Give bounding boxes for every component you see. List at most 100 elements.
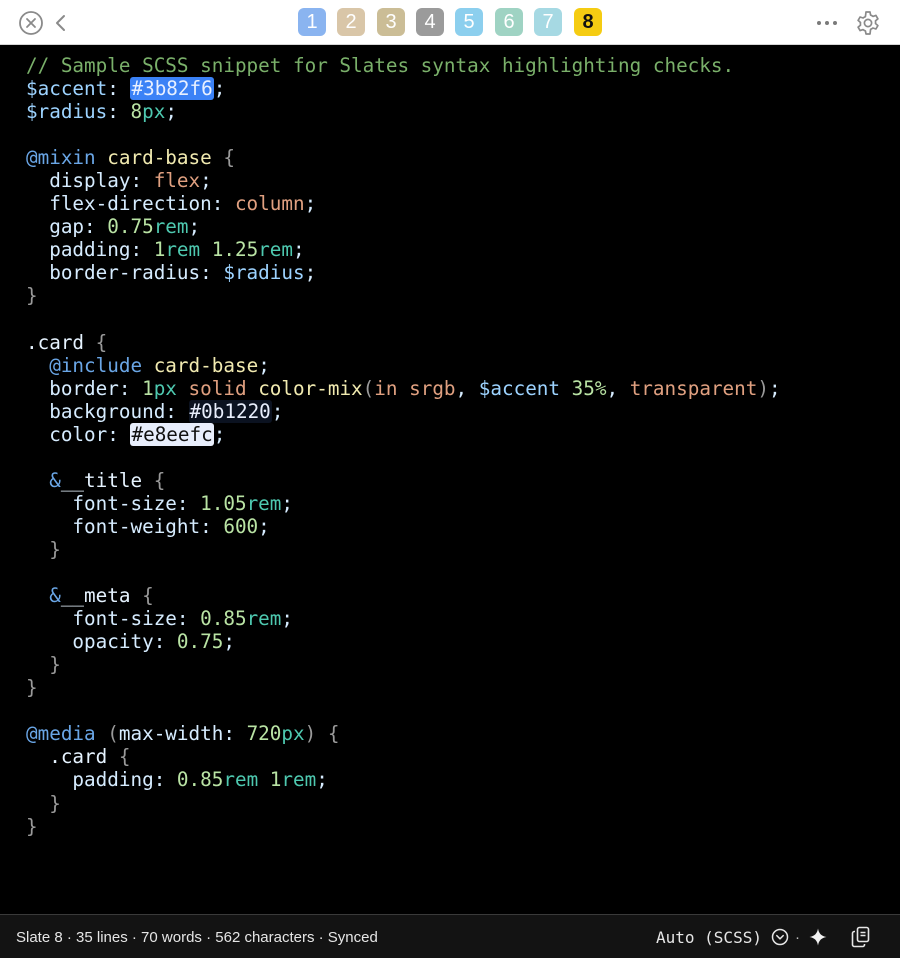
- code-line[interactable]: }: [26, 676, 781, 699]
- code-line[interactable]: [26, 699, 781, 722]
- code-line[interactable]: font-size: 1.05rem;: [26, 492, 781, 515]
- code-editor[interactable]: // Sample SCSS snippet for Slates syntax…: [0, 45, 900, 914]
- close-circle-icon[interactable]: [16, 8, 46, 38]
- code-token: &: [49, 584, 61, 608]
- tab-slate-7[interactable]: 7: [534, 8, 562, 36]
- sparkle-icon[interactable]: [808, 927, 828, 947]
- code-content[interactable]: // Sample SCSS snippet for Slates syntax…: [26, 54, 781, 861]
- code-line[interactable]: $accent: #3b82f6;: [26, 77, 781, 101]
- code-token: {: [142, 468, 166, 492]
- code-token: 1: [153, 238, 166, 262]
- tab-slate-5[interactable]: 5: [455, 8, 483, 36]
- code-line[interactable]: }: [26, 538, 781, 561]
- code-token: ;: [165, 100, 177, 124]
- code-line[interactable]: border-radius: $radius;: [26, 261, 781, 284]
- tab-slate-8[interactable]: 8: [574, 8, 602, 36]
- code-line[interactable]: }: [26, 792, 781, 815]
- code-token: ;: [293, 238, 305, 262]
- chevron-left-icon[interactable]: [46, 8, 76, 38]
- code-token: ;: [213, 422, 226, 446]
- code-line[interactable]: opacity: 0.75;: [26, 630, 781, 653]
- code-line[interactable]: @media (max-width: 720px) {: [26, 722, 781, 745]
- code-line[interactable]: [26, 838, 781, 861]
- code-token: opacity:: [26, 630, 177, 654]
- code-token: $accent: [478, 376, 561, 400]
- code-line[interactable]: gap: 0.75rem;: [26, 215, 781, 238]
- code-token: :: [107, 100, 131, 124]
- code-line[interactable]: flex-direction: column;: [26, 192, 781, 215]
- tab-label: 2: [345, 10, 357, 33]
- code-token: (: [107, 722, 119, 746]
- code-token: }: [26, 676, 38, 700]
- code-token: color:: [26, 422, 131, 446]
- code-token: ;: [304, 192, 317, 216]
- chevron-down-circle-icon[interactable]: [770, 927, 790, 947]
- code-line[interactable]: [26, 308, 781, 331]
- code-token: rem: [153, 215, 189, 239]
- status-bar: Slate 8 · 35 lines · 70 words · 562 char…: [0, 914, 900, 958]
- code-token: .card: [26, 330, 85, 354]
- code-token: 720: [246, 722, 282, 746]
- code-token: 600: [223, 514, 259, 538]
- code-token: 1: [269, 768, 282, 792]
- code-line[interactable]: .card {: [26, 331, 781, 354]
- code-line[interactable]: border: 1px solid color-mix(in srgb, $ac…: [26, 376, 780, 400]
- tab-slate-4[interactable]: 4: [416, 8, 444, 36]
- tab-slate-2[interactable]: 2: [337, 8, 365, 36]
- language-mode-selector[interactable]: Auto (SCSS): [656, 928, 762, 947]
- code-line[interactable]: padding: 0.85rem 1rem;: [26, 768, 781, 791]
- code-token: flex-direction:: [26, 192, 235, 216]
- code-token: }: [26, 537, 61, 561]
- code-line[interactable]: [26, 561, 781, 584]
- code-token: rem: [223, 768, 259, 792]
- code-token: rem: [281, 768, 317, 792]
- code-line[interactable]: color: #e8eefc;: [26, 422, 781, 446]
- code-line[interactable]: background: #0b1220;: [26, 399, 781, 423]
- code-token: rem: [246, 607, 282, 631]
- separator: ·: [795, 929, 800, 946]
- code-token: {: [211, 146, 235, 170]
- tab-slate-3[interactable]: 3: [377, 8, 405, 36]
- code-token: ;: [316, 768, 328, 792]
- tab-slate-6[interactable]: 6: [495, 8, 523, 36]
- code-token: 0.85: [200, 607, 247, 631]
- code-line[interactable]: [26, 123, 781, 146]
- code-line[interactable]: &__title {: [26, 469, 781, 492]
- tab-label: 4: [424, 10, 436, 33]
- code-token: border:: [26, 376, 143, 400]
- code-line[interactable]: &__meta {: [26, 584, 781, 607]
- code-line[interactable]: display: flex;: [26, 169, 781, 192]
- code-line[interactable]: @mixin card-base {: [26, 146, 781, 169]
- code-line[interactable]: .card {: [26, 745, 781, 768]
- tab-label: 3: [385, 10, 397, 33]
- code-token: ;: [271, 399, 284, 423]
- code-token: __title: [60, 468, 143, 492]
- code-line[interactable]: }: [26, 653, 781, 676]
- code-line[interactable]: [26, 446, 781, 469]
- code-line[interactable]: // Sample SCSS snippet for Slates syntax…: [26, 54, 781, 77]
- code-line[interactable]: $radius: 8px;: [26, 100, 781, 123]
- top-toolbar: 1 2 3 4 5 6 7 8: [0, 0, 900, 45]
- tab-slate-1[interactable]: 1: [298, 8, 326, 36]
- code-token: max-width:: [118, 722, 247, 746]
- code-token: color-mix: [258, 376, 363, 400]
- more-icon[interactable]: [812, 8, 842, 38]
- copy-icon[interactable]: [851, 926, 871, 948]
- code-token: {: [107, 745, 131, 769]
- code-token: 1.25: [211, 238, 259, 262]
- code-line[interactable]: }: [26, 815, 781, 838]
- code-token: {: [84, 330, 108, 354]
- code-token: ;: [281, 607, 293, 631]
- code-line[interactable]: padding: 1rem 1.25rem;: [26, 238, 781, 261]
- code-token: &: [49, 468, 61, 492]
- code-line[interactable]: @include card-base;: [26, 354, 781, 377]
- code-line[interactable]: font-size: 0.85rem;: [26, 607, 781, 630]
- code-line[interactable]: font-weight: 600;: [26, 515, 781, 538]
- code-token: ;: [258, 514, 270, 538]
- code-token: ,: [455, 376, 479, 400]
- gear-icon[interactable]: [853, 8, 883, 38]
- code-line[interactable]: }: [26, 284, 781, 307]
